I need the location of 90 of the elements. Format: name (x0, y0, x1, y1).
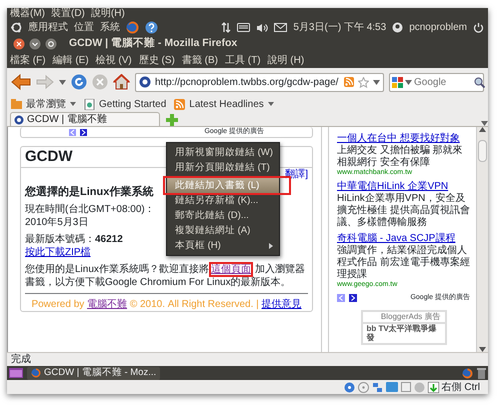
previous-page-icon[interactable] (69, 128, 76, 136)
menu-item[interactable]: 書籤 (B) (182, 52, 218, 68)
menu-item[interactable]: 本頁框 (H) (167, 238, 279, 253)
dropdown-caret-icon[interactable] (59, 80, 66, 84)
menu-item[interactable]: 說明(H) (90, 8, 125, 20)
previous-page-icon[interactable] (337, 294, 345, 302)
blogger-ad-title: BloggerAds 廣告 (362, 312, 444, 324)
menu-item[interactable]: 說明 (H) (268, 52, 304, 68)
status-text: 完成 (11, 353, 31, 366)
feed-icon[interactable] (344, 77, 354, 87)
menu-item[interactable]: 用新視窗開啟鏈結 (W) (167, 145, 279, 160)
user-icon[interactable] (392, 22, 404, 33)
next-page-icon[interactable] (80, 128, 87, 136)
network-icon[interactable] (221, 22, 232, 33)
close-icon[interactable] (13, 38, 25, 50)
host-key-text: 右側 Ctrl (442, 380, 480, 394)
google-engine-icon (392, 76, 403, 88)
footer-link[interactable]: 電腦不難 (87, 298, 128, 310)
firefox-icon (31, 368, 41, 378)
ubuntu-logo-icon[interactable] (11, 22, 22, 33)
menu-item[interactable]: 歷史 (S) (138, 52, 175, 68)
ad-title-link[interactable]: 奇科電腦 - Java SCJP課程 (337, 233, 470, 246)
version-text: 最新版本號碼：46212 (25, 232, 124, 246)
menu-item[interactable]: 工具 (T) (224, 52, 261, 68)
help-icon[interactable] (145, 21, 158, 34)
keyboard-icon[interactable] (237, 23, 250, 32)
next-page-icon[interactable] (349, 294, 357, 302)
bookmark-item[interactable]: 最常瀏覽 (11, 96, 76, 112)
power-icon[interactable] (473, 22, 484, 33)
back-arrow-icon[interactable] (11, 73, 31, 91)
panel-menu[interactable]: 應用程式 (28, 20, 68, 35)
dropdown-caret-icon (405, 80, 412, 84)
time-text: 現在時間(台北GMT+08:00)：2010年5月3日 (25, 202, 156, 229)
user-name[interactable]: pcnoproblem (409, 20, 467, 35)
scrollbar-thumb[interactable] (478, 140, 487, 162)
bookmark-item[interactable]: Latest Headlines (174, 96, 274, 112)
intro-text: 您使用的是Linux作業系統嗎？歡迎直接將 這個頁面 加入瀏覽器書籤，以方便下載Google Chromium For Linux的最新版本。 (25, 262, 306, 289)
ad-title-link[interactable]: 一個人在台中 想要找好對象 (337, 133, 470, 145)
network-adapter-icon[interactable] (372, 382, 383, 392)
menu-item[interactable]: 鏈結另存新檔 (K)... (167, 193, 279, 208)
panel-menu[interactable]: 系統 (100, 20, 120, 35)
panel-menu[interactable]: 位置 (74, 20, 94, 35)
dropdown-caret-icon (70, 102, 76, 106)
section-heading: 您選擇的是Linux作業系統 (25, 184, 154, 199)
annotation-frame (208, 262, 253, 277)
search-box[interactable]: Google (389, 72, 484, 92)
menu-item[interactable]: 郵寄此鏈結 (D)... (167, 208, 279, 223)
menu-item[interactable]: 檔案 (F) (10, 52, 46, 68)
home-icon[interactable] (113, 74, 130, 90)
taskbar-button[interactable]: GCDW | 電腦不難 - Moz... (27, 366, 160, 380)
footer-text: Powered by 電腦不難 © 2010. All Right Reserved. | 提供意見 (30, 298, 303, 311)
site-icon (14, 114, 24, 124)
mail-icon[interactable] (274, 23, 288, 32)
scroll-up-icon[interactable] (479, 127, 486, 132)
volume-icon[interactable] (256, 22, 268, 32)
clock-text[interactable]: 5月3日(一) 下午 4:53 (293, 20, 386, 35)
shared-folder-icon[interactable] (386, 382, 398, 392)
ad-description: 上網交友 又擔怕被騙 那就來相親網行 安全有保障 (337, 145, 464, 168)
menu-item[interactable]: 機器(M) (10, 8, 45, 20)
folder-icon (11, 98, 22, 110)
dropdown-caret-icon (268, 102, 274, 106)
menu-item[interactable]: 裝置(D) (51, 8, 85, 20)
window-title: GCDW | 電腦不難 - Mozilla Firefox (69, 36, 238, 51)
site-icon (139, 76, 151, 88)
capture-arrow-icon[interactable] (428, 382, 439, 392)
reload-icon[interactable] (71, 74, 87, 90)
browser-tab[interactable]: GCDW | 電腦不難 (10, 112, 160, 126)
dropdown-caret-icon[interactable] (373, 80, 380, 84)
bookmark-item[interactable]: Getting Started (84, 96, 166, 112)
menu-item[interactable]: 複製鏈結網址 (A) (167, 223, 279, 238)
ad-description: HiLink企業專用VPN，安全及擴充性極佳 提供高品質視訊會議、多樣體傳輸服務 (337, 193, 470, 230)
page-link[interactable]: 這個頁面 (210, 264, 251, 275)
ad-description: 強調實作，結業保證完成個人程式作品 前宏達電手機專案經理授課 (337, 245, 470, 282)
footer-link[interactable]: 提供意見 (262, 298, 302, 310)
address-field[interactable]: http://pcnoproblem.twbbs.org/gcdw-page/ (135, 72, 384, 92)
disk-icon[interactable] (344, 382, 355, 392)
firefox-icon[interactable] (126, 21, 139, 34)
firefox-icon[interactable] (462, 368, 473, 378)
menu-item[interactable]: 編輯 (E) (52, 52, 89, 68)
search-icon (474, 76, 485, 88)
page-icon (84, 98, 95, 110)
feed-icon (174, 98, 186, 110)
ad-title-link[interactable]: 中華電信HiLink 企業VPN (337, 181, 470, 194)
star-icon[interactable] (358, 76, 369, 88)
menu-item[interactable]: 檢視 (V) (96, 52, 132, 68)
download-link[interactable]: 按此下載ZIP檔 (25, 246, 91, 258)
trash-icon[interactable] (477, 368, 486, 378)
blogger-ad-item: bb TV太平洋戰爭爆發 (366, 324, 438, 343)
minimize-icon[interactable] (29, 38, 41, 50)
maximize-icon[interactable] (45, 38, 57, 50)
